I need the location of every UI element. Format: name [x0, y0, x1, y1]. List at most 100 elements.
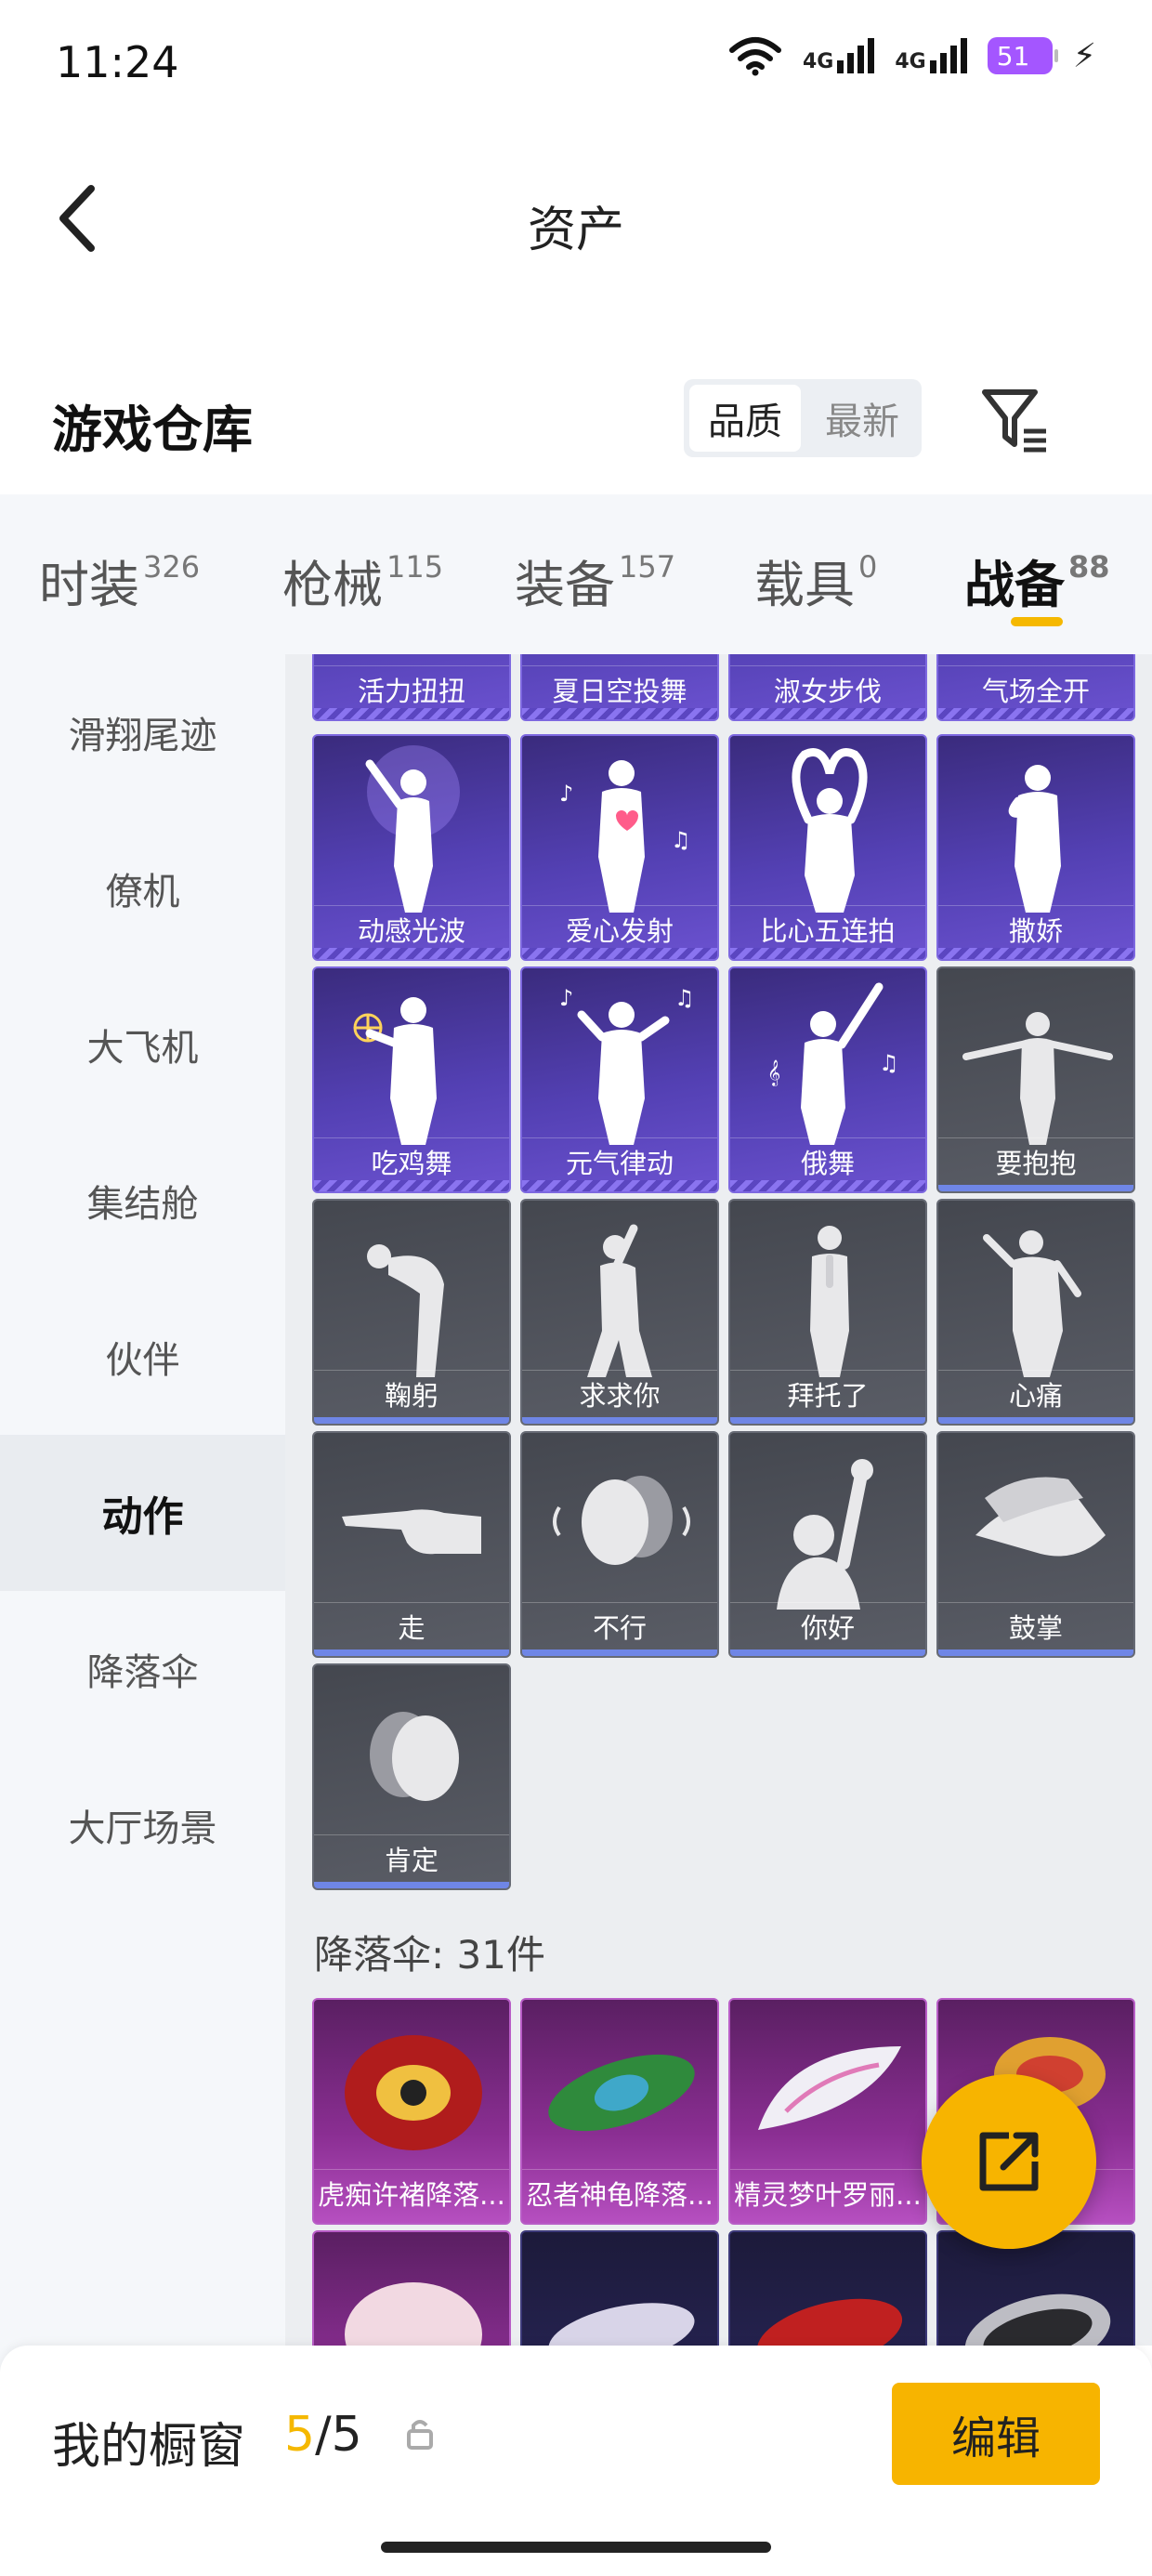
emote-card[interactable]: 撒娇	[936, 734, 1135, 961]
emote-card[interactable]: 夏日空投舞	[520, 654, 719, 721]
emote-card[interactable]: 动感光波	[312, 734, 511, 961]
card-label: 要抱抱	[938, 1137, 1133, 1185]
parachute-card[interactable]	[520, 2230, 719, 2346]
card-label: 求求你	[522, 1370, 717, 1417]
tab-fashion[interactable]: 时装 326	[39, 544, 200, 617]
pattern-parachute-icon	[548, 2303, 695, 2346]
tab-label: 时装	[39, 556, 139, 614]
card-label: 比心五连拍	[730, 905, 925, 953]
emote-card[interactable]: 吃鸡舞	[312, 966, 511, 1193]
svg-text:♪: ♪	[559, 781, 573, 807]
emote-card[interactable]: 鞠躬	[312, 1199, 511, 1426]
clapping-hands-icon	[975, 1477, 1106, 1557]
emote-card[interactable]: 鼓掌	[936, 1431, 1135, 1658]
share-fab-button[interactable]	[922, 2074, 1096, 2249]
parachute-card[interactable]: 虎痴许褚降落...	[312, 1998, 511, 2225]
bow-figure-icon	[367, 1244, 444, 1377]
sidebar-item-big-plane[interactable]: 大飞机	[0, 966, 285, 1123]
heart-hands-figure-icon	[792, 748, 868, 913]
showcase-count: 5/5	[284, 2407, 362, 2463]
tab-count: 157	[619, 549, 676, 585]
card-label: 气场全开	[938, 665, 1133, 713]
tiger-parachute-icon	[345, 2035, 482, 2150]
card-label: 鼓掌	[938, 1602, 1133, 1649]
emote-card[interactable]: ♪ ♫ 爱心发射	[520, 734, 719, 961]
card-label: 动感光波	[314, 905, 509, 953]
sidebar-item-wingman[interactable]: 僚机	[0, 810, 285, 966]
emote-card[interactable]: 心痛	[936, 1199, 1135, 1426]
card-label: 走	[314, 1602, 509, 1649]
sort-toggle: 品质 最新	[684, 379, 922, 457]
edit-button[interactable]: 编辑	[892, 2383, 1100, 2485]
status-time: 11:24	[56, 37, 179, 87]
battery-icon: 51	[987, 37, 1058, 74]
sidebar-item-emotes[interactable]: 动作	[0, 1435, 285, 1591]
sort-quality-button[interactable]: 品质	[689, 385, 801, 452]
svg-text:♫: ♫	[671, 827, 691, 853]
signal-icon-2: 4G	[895, 38, 967, 73]
sidebar-item-assembly-pod[interactable]: 集结舱	[0, 1123, 285, 1279]
card-label: 你好	[730, 1602, 925, 1649]
tab-vehicles[interactable]: 载具 0	[754, 544, 877, 617]
heartache-figure-icon	[983, 1230, 1081, 1377]
emote-card[interactable]: 气场全开	[936, 654, 1135, 721]
pointing-hand-icon	[342, 1509, 481, 1555]
svg-text:𝄞: 𝄞	[767, 1059, 780, 1086]
emote-card[interactable]: 肯定	[312, 1663, 511, 1890]
tab-label: 战备	[964, 556, 1065, 614]
tab-equipment[interactable]: 装备 157	[515, 544, 675, 617]
sidebar-item-lobby-scene[interactable]: 大厅场景	[0, 1747, 285, 1903]
tab-weapons[interactable]: 枪械 115	[282, 544, 443, 617]
card-label: 爱心发射	[522, 905, 717, 953]
parachute-section-label: 降落伞: 31件	[314, 1932, 545, 1978]
parachute-card[interactable]	[728, 2230, 927, 2346]
status-bar: 11:24 4G 4G 51 ⚡	[0, 0, 1152, 139]
fairy-parachute-icon	[758, 2046, 901, 2130]
emote-card[interactable]: 走	[312, 1431, 511, 1658]
emote-card[interactable]: 求求你	[520, 1199, 719, 1426]
svg-text:♪: ♪	[559, 985, 573, 1011]
tab-label: 载具	[754, 556, 855, 614]
tab-count: 0	[858, 549, 878, 585]
showcase-count-current: 5	[284, 2407, 316, 2463]
wifi-icon	[728, 37, 781, 76]
emote-card[interactable]: 要抱抱	[936, 966, 1135, 1193]
parachute-card[interactable]	[312, 2230, 511, 2346]
status-icons: 4G 4G 51 ⚡	[728, 35, 1096, 76]
card-label: 心痛	[938, 1370, 1133, 1417]
emote-card[interactable]: 拜托了	[728, 1199, 927, 1426]
turtle-parachute-icon	[548, 2054, 695, 2132]
emote-card[interactable]: 不行	[520, 1431, 719, 1658]
warehouse-title: 游戏仓库	[52, 401, 253, 459]
card-label: 撒娇	[938, 905, 1133, 953]
sidebar-item-glide-trail[interactable]: 滑翔尾迹	[0, 654, 285, 810]
battery-level: 51	[996, 40, 1030, 72]
tab-count: 88	[1068, 549, 1110, 585]
emote-card[interactable]: 你好	[728, 1431, 927, 1658]
card-label: 活力扭扭	[314, 665, 509, 713]
parachute-card[interactable]: 精灵梦叶罗丽...	[728, 1998, 927, 2225]
lock-icon	[407, 2420, 433, 2450]
tab-count: 326	[143, 549, 201, 585]
parachute-card[interactable]	[936, 2230, 1135, 2346]
sort-newest-button[interactable]: 最新	[806, 385, 918, 452]
card-label: 虎痴许褚降落...	[314, 2169, 509, 2216]
sidebar-item-parachute[interactable]: 降落伞	[0, 1591, 285, 1747]
network-type-1: 4G	[802, 50, 834, 73]
parachute-card[interactable]: 忍者神龟降落...	[520, 1998, 719, 2225]
nod-head-icon	[370, 1712, 459, 1801]
sidebar-item-companion[interactable]: 伙伴	[0, 1279, 285, 1435]
emote-card[interactable]: 比心五连拍	[728, 734, 927, 961]
brain-parachute-icon	[345, 2282, 482, 2346]
tab-label: 枪械	[282, 556, 383, 614]
emote-card[interactable]: 活力扭扭	[312, 654, 511, 721]
tab-combat-gear[interactable]: 战备 88	[964, 544, 1110, 617]
network-type-2: 4G	[895, 50, 926, 73]
card-label: 忍者神龟降落...	[522, 2169, 717, 2216]
russian-dance-figure-icon: 𝄞 ♫	[767, 982, 899, 1145]
emote-card[interactable]: 𝄞 ♫ 俄舞	[728, 966, 927, 1193]
emote-card[interactable]: 淑女步伐	[728, 654, 927, 721]
emote-card[interactable]: ♪ ♫ 元气律动	[520, 966, 719, 1193]
filter-button[interactable]	[977, 383, 1052, 457]
card-label: 不行	[522, 1602, 717, 1649]
